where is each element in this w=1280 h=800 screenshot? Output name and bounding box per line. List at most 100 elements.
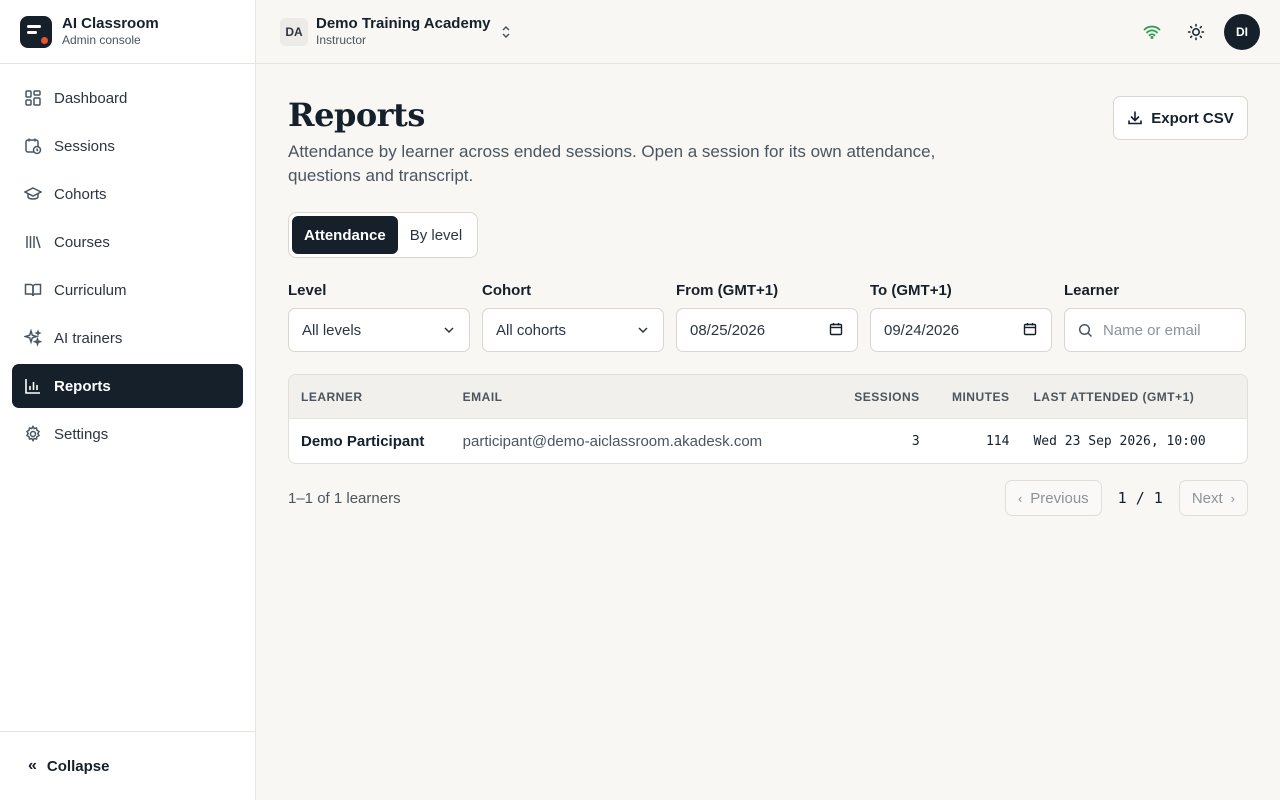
table-header: LEARNER EMAIL SESSIONS MINUTES LAST ATTE… [289,375,1247,419]
chevron-left-icon: ‹ [1017,490,1023,506]
filters: Level All levels Cohort All cohorts From… [288,282,1248,352]
chevron-down-icon [443,323,455,340]
sidebar-item-label: Reports [54,377,111,395]
next-label: Next [1191,489,1223,507]
org-role: Instructor [316,33,367,47]
next-page-button[interactable]: Next › [1178,480,1248,516]
current-page: 1 [1117,489,1127,507]
total-pages: 1 [1153,489,1163,507]
to-date-value: 09/24/2026 [884,321,960,339]
dashboard-icon [24,89,42,107]
level-filter: Level All levels [288,282,470,352]
to-date-label: To (GMT+1) [870,282,952,299]
sidebar-item-courses[interactable]: Courses [12,220,243,264]
cell-sessions: 3 [911,433,920,449]
from-date-label: From (GMT+1) [676,282,779,299]
topbar-actions: DI [1142,14,1260,50]
brand-text: AI Classroom Admin console [62,15,159,48]
sidebar-item-label: Sessions [54,137,115,155]
previous-label: Previous [1030,489,1089,507]
chevrons-left-icon: « [28,757,37,774]
sidebar-item-cohorts[interactable]: Cohorts [12,172,243,216]
level-filter-label: Level [288,282,327,299]
brand[interactable]: AI Classroom Admin console [0,0,255,64]
sidebar-nav: Dashboard Sessions Cohorts Courses Curri… [0,64,255,472]
curriculum-icon [24,281,42,299]
column-header-learner[interactable]: LEARNER [289,390,463,404]
tab-attendance[interactable]: Attendance [292,216,398,254]
export-csv-button[interactable]: Export CSV [1113,96,1248,140]
sidebar-item-label: Cohorts [54,185,107,203]
search-icon [1078,323,1093,338]
page-separator: / [1135,489,1145,507]
page-description: Attendance by learner across ended sessi… [288,142,936,185]
chevron-down-icon [637,323,649,340]
column-header-sessions[interactable]: SESSIONS [842,390,920,404]
cell-minutes: 114 [985,433,1010,449]
brand-title: AI Classroom [62,15,159,32]
sessions-icon [24,137,42,155]
cohort-filter: Cohort All cohorts [482,282,664,352]
collapse-button[interactable]: « Collapse [0,731,255,800]
page-title: Reports [288,96,425,134]
previous-page-button[interactable]: ‹ Previous [1004,480,1102,516]
sidebar-item-label: Dashboard [54,89,128,107]
report-view-tabs: Attendance By level [288,212,479,258]
reports-icon [24,377,42,395]
level-select-value: All levels [302,321,362,339]
export-csv-label: Export CSV [1151,109,1234,127]
cell-last-attended: Wed 23 Sep 2026, 10:00 [1033,433,1206,449]
chevron-up-down-icon[interactable] [501,24,511,40]
cohort-select[interactable]: All cohorts [482,308,664,352]
cell-learner: Demo Participant [301,432,425,450]
ai-trainers-icon [24,329,42,347]
chevron-right-icon: › [1230,490,1235,506]
sidebar-item-ai-trainers[interactable]: AI trainers [12,316,243,360]
column-header-email[interactable]: EMAIL [463,390,842,404]
level-select[interactable]: All levels [288,308,470,352]
learner-search-input[interactable]: Name or email [1064,308,1246,352]
user-avatar[interactable]: DI [1224,14,1260,50]
from-date-value: 08/25/2026 [690,321,766,339]
calendar-icon[interactable] [1023,322,1037,340]
sidebar-item-label: Courses [54,233,110,251]
sidebar-item-curriculum[interactable]: Curriculum [12,268,243,312]
org-badge[interactable]: DA [280,17,308,46]
settings-icon [24,425,42,443]
sidebar-item-label: AI trainers [54,329,123,347]
wifi-icon [1142,22,1162,42]
sidebar-item-label: Curriculum [54,281,127,299]
to-date-filter: To (GMT+1) 09/24/2026 [870,282,1052,352]
collapse-label: Collapse [46,757,110,775]
theme-toggle-sun-icon[interactable] [1186,22,1206,42]
courses-icon [24,233,42,251]
sidebar-item-label: Settings [54,425,109,443]
brand-subtitle: Admin console [62,33,141,47]
column-header-minutes[interactable]: MINUTES [920,390,1010,404]
from-date-input[interactable]: 08/25/2026 [676,308,858,352]
org-switcher[interactable]: Demo Training Academy Instructor [316,15,491,48]
page-indicator: 1 / 1 [1118,489,1163,507]
sidebar: AI Classroom Admin console Dashboard Ses… [0,0,256,800]
brand-logo-icon [20,15,52,48]
learner-search-placeholder: Name or email [1103,321,1201,339]
attendance-table: LEARNER EMAIL SESSIONS MINUTES LAST ATTE… [288,374,1248,464]
sidebar-item-dashboard[interactable]: Dashboard [12,76,243,120]
download-icon [1127,110,1143,126]
results-count: 1–1 of 1 learners [288,490,401,507]
to-date-input[interactable]: 09/24/2026 [870,308,1052,352]
topbar: DA Demo Training Academy Instructor DI [256,0,1280,64]
column-header-last-attended[interactable]: LAST ATTENDED (GMT+1) [1009,390,1247,404]
cell-email: participant@demo-aiclassroom.akadesk.com [462,432,763,450]
sidebar-item-sessions[interactable]: Sessions [12,124,243,168]
table-row[interactable]: Demo Participant participant@demo-aiclas… [289,419,1247,463]
learner-filter-label: Learner [1064,282,1120,299]
sidebar-item-reports[interactable]: Reports [12,364,243,408]
tab-by-level[interactable]: By level [398,216,475,254]
pagination: ‹ Previous 1 / 1 Next › [1004,480,1248,516]
sidebar-item-settings[interactable]: Settings [12,412,243,456]
from-date-filter: From (GMT+1) 08/25/2026 [676,282,858,352]
cohort-select-value: All cohorts [496,321,567,339]
cohort-filter-label: Cohort [482,282,532,299]
calendar-icon[interactable] [829,322,843,340]
